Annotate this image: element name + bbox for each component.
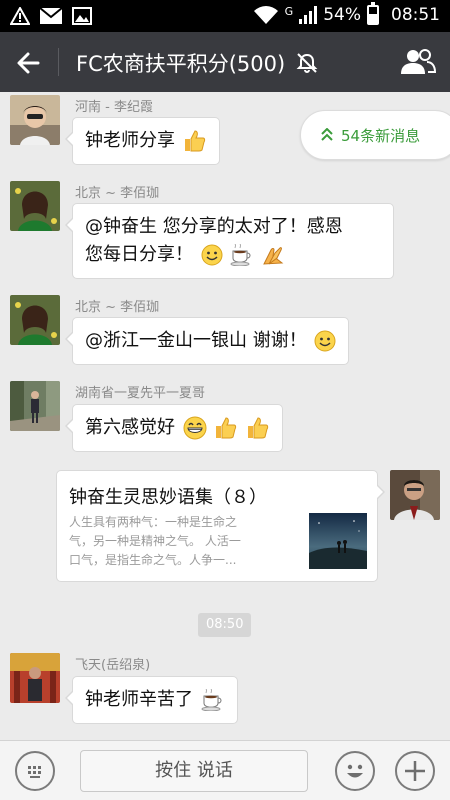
message-text: 钟老师分享 xyxy=(85,130,175,151)
back-arrow-icon[interactable] xyxy=(12,46,46,80)
message-bubble[interactable]: 钟老师辛苦了 xyxy=(65,676,238,724)
article-desc-line: 口气，是指生命之气。人争一... xyxy=(69,553,237,567)
network-type: G xyxy=(284,5,294,18)
header-divider xyxy=(58,48,59,76)
image-icon xyxy=(72,7,92,25)
chat-header: FC农商扶平积分(500) xyxy=(0,32,450,92)
article-thumbnail xyxy=(309,513,367,569)
sender-name: 北京 ~ 李佰珈 xyxy=(75,186,160,201)
coffee-emoji-icon xyxy=(230,244,251,266)
smile-emoji-icon xyxy=(201,244,223,266)
wifi-icon xyxy=(253,6,278,24)
avatar[interactable] xyxy=(10,295,60,345)
coffee-emoji-icon xyxy=(201,689,222,711)
avatar[interactable] xyxy=(10,181,60,231)
article-desc-line: 气，另一种是精神之气。 人活一 xyxy=(69,534,241,548)
more-options-button[interactable] xyxy=(395,751,435,791)
new-messages-label: 54条新消息 xyxy=(341,126,421,145)
avatar[interactable] xyxy=(10,653,60,703)
pray-emoji-icon xyxy=(263,247,284,265)
message-text: 您每日分享！ xyxy=(85,244,193,265)
article-title: 钟奋生灵思妙语集（８） xyxy=(69,487,267,508)
new-messages-button[interactable]: 54条新消息 xyxy=(300,110,450,160)
message-text: @钟奋生 您分享的太对了！感恩 xyxy=(85,216,343,237)
keyboard-icon xyxy=(28,766,41,778)
message-text: 钟老师辛苦了 xyxy=(85,689,193,710)
sender-name: 湖南省一夏先平一夏哥 xyxy=(75,386,206,401)
group-members-icon[interactable] xyxy=(400,47,436,77)
grin-emoji-icon xyxy=(183,416,207,440)
plus-icon xyxy=(405,761,425,781)
message-bubble[interactable]: 第六感觉好 xyxy=(64,404,284,452)
message-text: 第六感觉好 xyxy=(85,417,175,438)
smiley-face-icon xyxy=(347,764,363,778)
message-bubble[interactable]: @钟奋生 您分享的太对了！感恩 您每日分享！ xyxy=(65,203,394,279)
thumbs-up-emoji-icon xyxy=(248,417,269,439)
battery-icon xyxy=(367,2,379,25)
mail-icon xyxy=(40,8,62,24)
thumbs-up-emoji-icon xyxy=(184,130,205,152)
message-bubble[interactable]: @浙江一金山一银山 谢谢！ xyxy=(64,317,350,365)
battery-percent: 54% xyxy=(323,5,361,25)
chat-title: FC农商扶平积分(500) xyxy=(76,52,286,76)
hold-to-talk-button[interactable]: 按住 说话 xyxy=(80,750,308,792)
input-bar: 按住 说话 xyxy=(0,740,450,800)
avatar[interactable] xyxy=(10,95,60,145)
message-bubble[interactable]: 钟老师分享 xyxy=(65,117,220,165)
signal-icon xyxy=(299,6,318,24)
message-text: @浙江一金山一银山 谢谢！ xyxy=(85,330,307,351)
sender-name: 北京 ~ 李佰珈 xyxy=(75,300,160,315)
my-avatar[interactable] xyxy=(390,470,440,520)
shared-article-card[interactable]: 钟奋生灵思妙语集（８） 人生具有两种气：一种是生命之 气，另一种是精神之气。 人… xyxy=(56,470,385,582)
article-description: 人生具有两种气：一种是生命之 气，另一种是精神之气。 人活一 口气，是指生命之气… xyxy=(69,513,297,570)
article-desc-line: 人生具有两种气：一种是生命之 xyxy=(69,515,238,529)
clock: 08:51 xyxy=(391,5,440,25)
chat-area[interactable]: 河南 - 李纪霞 钟老师分享 54条新消息 北京 ~ 李佰珈 @钟奋生 您分享的… xyxy=(0,92,450,740)
mute-bell-icon xyxy=(296,53,318,73)
double-chevron-up-icon xyxy=(321,128,333,141)
smile-emoji-icon xyxy=(314,330,336,352)
sender-name: 河南 - 李纪霞 xyxy=(75,100,153,115)
avatar[interactable] xyxy=(10,381,60,431)
timestamp-chip: 08:50 xyxy=(198,613,252,637)
sender-name: 飞天(岳绍泉) xyxy=(75,658,151,673)
emoji-button[interactable] xyxy=(335,751,375,791)
status-bar: G 54% 08:51 xyxy=(0,0,450,32)
keyboard-toggle-button[interactable] xyxy=(15,751,55,791)
warning-icon xyxy=(10,7,30,25)
thumbs-up-emoji-icon xyxy=(216,417,237,439)
